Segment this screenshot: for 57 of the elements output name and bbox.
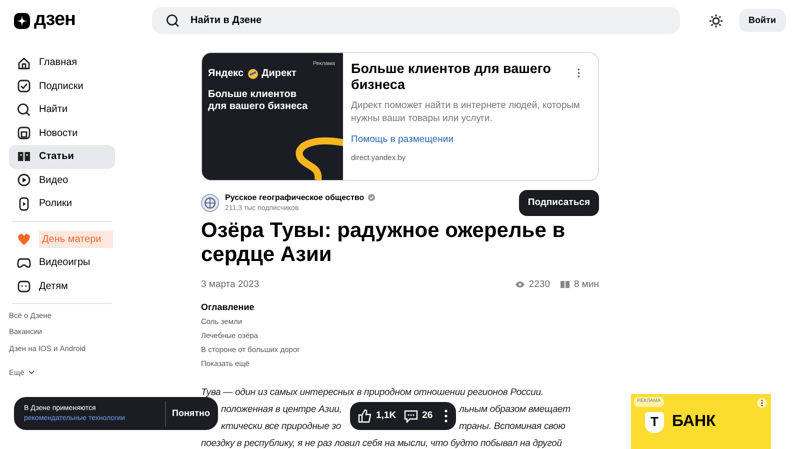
search-icon xyxy=(17,102,31,117)
subscribe-button[interactable]: Подписаться xyxy=(518,190,599,216)
gamepad-icon xyxy=(17,256,31,270)
newspaper-icon xyxy=(17,126,31,140)
comments-button[interactable]: 26 xyxy=(404,408,433,424)
login-button[interactable]: Войти xyxy=(738,8,786,32)
article-title: Озёра Тувы: радужное ожерелье в сердце Азии xyxy=(201,219,566,268)
sidebar-item[interactable]: Видеоигры xyxy=(9,251,115,274)
logo-text[interactable]: дзен xyxy=(34,6,76,35)
brand-name: БАНК xyxy=(672,412,716,432)
channel-name[interactable]: Русское географическое общество xyxy=(225,192,364,204)
eye-icon xyxy=(514,281,525,288)
logo-icon xyxy=(14,12,30,28)
toc-heading: Оглавление xyxy=(201,300,256,314)
view-count: 2230 xyxy=(528,278,550,292)
sidebar-item[interactable]: Главная xyxy=(9,51,115,74)
sidebar-item[interactable]: Статьи xyxy=(9,145,115,168)
ad-title: Больше клиентов для вашего бизнеса xyxy=(351,61,552,92)
paragraph-text: поездку в республику, я не раз ловил себя на мысли, что будто побывал на другой xyxy=(201,438,562,449)
accept-button[interactable]: Понятно xyxy=(165,400,218,426)
comment-icon xyxy=(404,409,418,423)
brand-icon xyxy=(248,68,258,78)
paragraph-text: положенная в центре Азии, xyxy=(221,404,342,416)
banner-headline: Больше клиентов для вашего бизнеса xyxy=(208,89,309,113)
sidebar-item[interactable]: Ролики xyxy=(9,192,115,216)
thumbs-up-icon xyxy=(358,409,372,423)
paragraph-text: ктически все природные зо xyxy=(221,421,342,432)
sidebar-item[interactable]: Подписки xyxy=(9,74,115,98)
publish-date: 3 марта 2023 xyxy=(201,278,260,292)
sun-icon[interactable] xyxy=(708,14,723,28)
home-icon xyxy=(17,56,31,70)
kebab-menu-icon[interactable] xyxy=(444,409,448,423)
like-button[interactable]: 1,1K xyxy=(358,408,396,424)
channel-avatar-icon xyxy=(201,194,219,212)
sidebar-item[interactable]: Найти xyxy=(9,98,115,122)
paragraph-text: траны. Вспоминая свою xyxy=(459,421,566,432)
search-icon xyxy=(166,14,180,28)
read-time: 8 мин xyxy=(574,278,599,292)
ad-link[interactable]: Помощь в размещении xyxy=(351,132,454,147)
paragraph-text: Тува — один из самых интересных в природном отношении регионов России. xyxy=(201,387,544,398)
sidebar-item[interactable]: Видео xyxy=(9,168,115,192)
kebab-menu-icon xyxy=(757,398,767,408)
shield-logo: Т xyxy=(645,412,664,432)
ad-description: Директ поможет найти в интернете людей, которым нужны ваши товары или услуги. xyxy=(351,100,581,126)
phone-play-icon xyxy=(17,196,31,211)
paragraph-text: льным образом вмещает xyxy=(459,404,570,416)
sidebar-item[interactable]: Детям xyxy=(9,274,115,298)
ad-card[interactable] xyxy=(201,52,599,181)
kebab-menu-icon[interactable] xyxy=(576,67,580,79)
search-field[interactable]: Найти в Дзене xyxy=(152,7,680,34)
chevron-down-icon xyxy=(28,370,36,376)
brand-text: Яндекс xyxy=(208,67,244,81)
heart-icon xyxy=(17,232,31,246)
brand-text: Директ xyxy=(262,67,296,81)
sidebar-item[interactable]: Новости xyxy=(9,122,115,145)
checkbox-icon xyxy=(17,79,31,94)
play-icon xyxy=(17,173,31,188)
